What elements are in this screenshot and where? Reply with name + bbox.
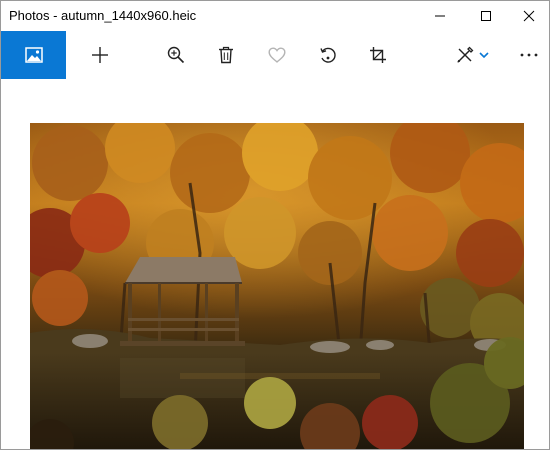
crop-button[interactable]: [356, 31, 400, 79]
plus-icon: [92, 47, 108, 63]
view-photo-button[interactable]: [1, 31, 66, 79]
toolbar: [1, 31, 549, 79]
chevron-down-icon: [479, 51, 489, 58]
photos-app-window: Photos - autumn_1440x960.heic: [0, 0, 550, 450]
maximize-icon: [481, 11, 491, 21]
crop-icon: [370, 47, 386, 63]
minimize-icon: [435, 15, 445, 17]
zoom-in-icon: [167, 46, 185, 64]
maximize-button[interactable]: [463, 1, 509, 31]
window-title: Photos - autumn_1440x960.heic: [9, 8, 197, 23]
title-bar: Photos - autumn_1440x960.heic: [1, 1, 549, 31]
image-icon: [24, 47, 43, 63]
add-button[interactable]: [78, 31, 122, 79]
zoom-button[interactable]: [154, 31, 198, 79]
rotate-icon: [320, 47, 336, 63]
trash-icon: [219, 46, 233, 64]
close-icon: [523, 10, 535, 22]
autumn-lake-gazebo-image: [30, 123, 524, 449]
see-more-button[interactable]: [509, 31, 549, 79]
more-icon: [520, 53, 538, 57]
delete-button[interactable]: [204, 31, 248, 79]
photo[interactable]: [30, 123, 524, 449]
rotate-button[interactable]: [306, 31, 350, 79]
minimize-button[interactable]: [417, 1, 463, 31]
heart-icon: [268, 47, 286, 63]
image-canvas[interactable]: [1, 79, 549, 449]
edit-create-dropdown[interactable]: [470, 31, 498, 79]
close-button[interactable]: [509, 1, 549, 31]
favorite-button[interactable]: [255, 31, 299, 79]
